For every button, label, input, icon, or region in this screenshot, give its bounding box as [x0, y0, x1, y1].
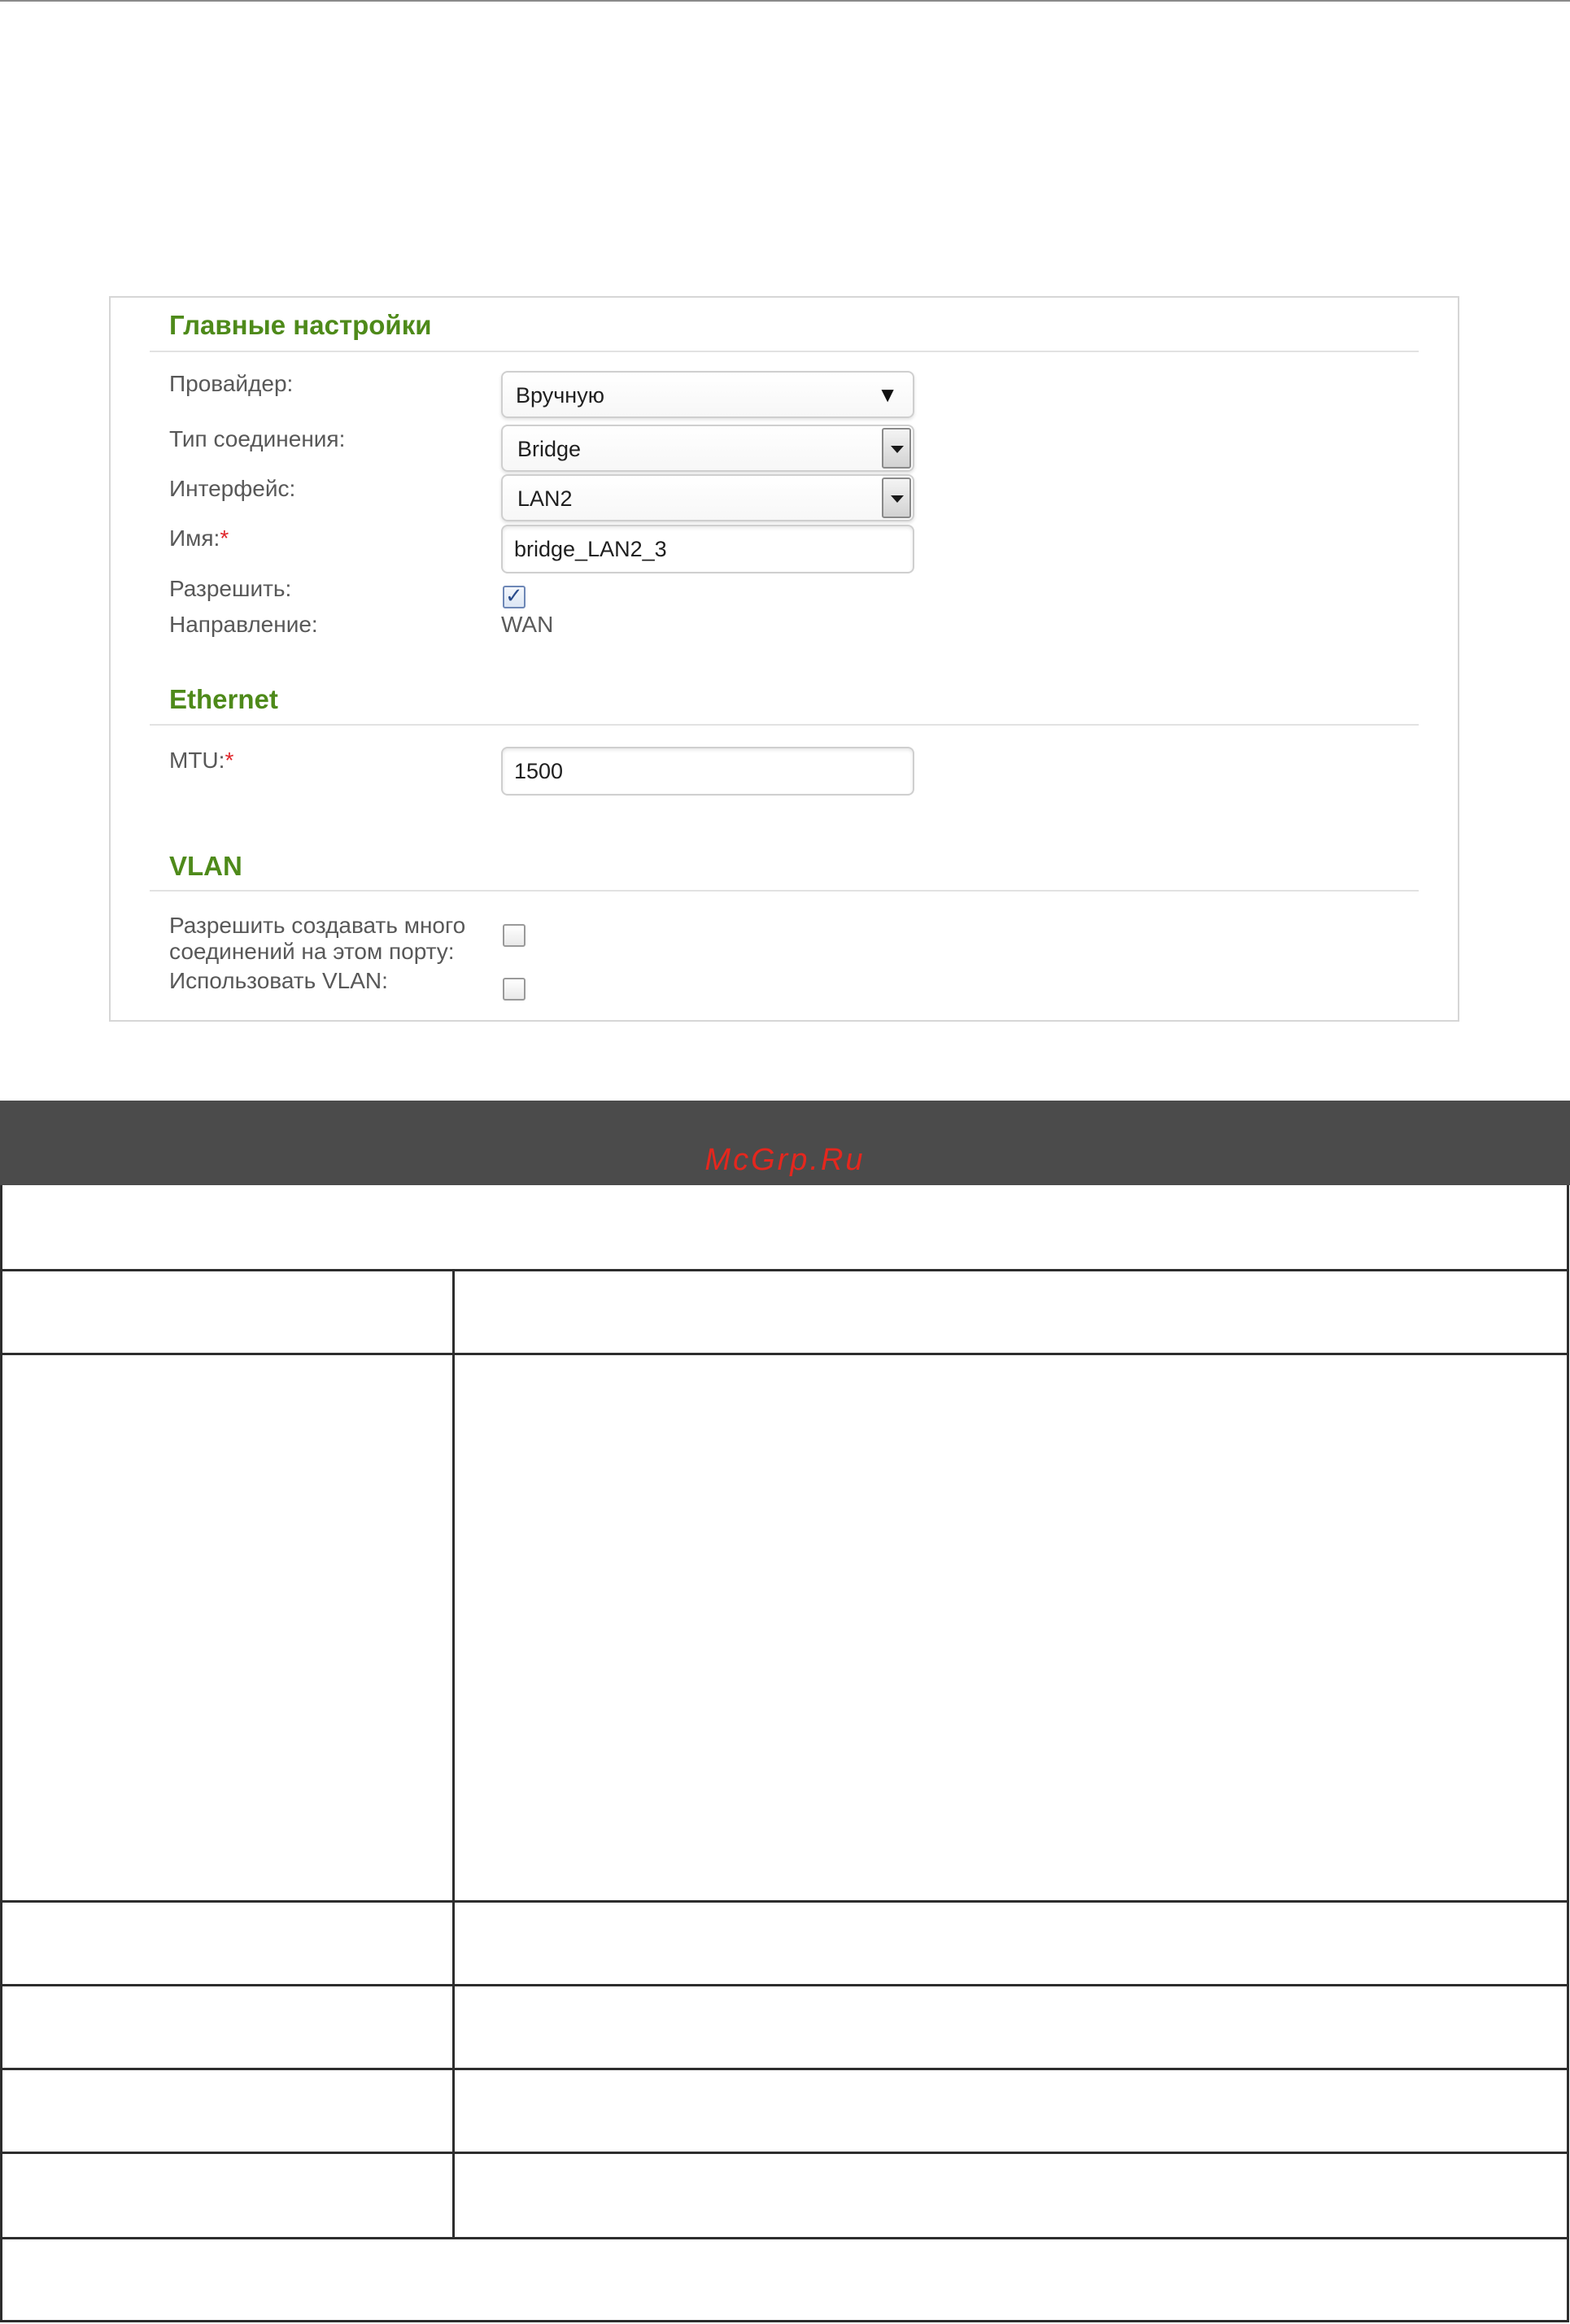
interface-dropdown-button[interactable] — [882, 477, 911, 518]
table-row-divider — [0, 2237, 1568, 2239]
top-rule — [0, 0, 1570, 2]
multi-connections-label-line2: соединений на этом порту: — [169, 939, 455, 964]
interface-select[interactable]: LAN2 — [501, 474, 914, 521]
provider-select[interactable]: Вручную ▼ — [501, 371, 914, 418]
mtu-label: MTU:* — [169, 748, 233, 774]
connection-type-select-value: Bridge — [517, 437, 582, 461]
required-mark: * — [220, 525, 229, 551]
table-row-divider — [0, 1269, 1568, 1271]
provider-select-value: Вручную — [516, 383, 604, 408]
dropdown-arrow-icon: ▼ — [877, 382, 898, 407]
multi-connections-label-line1: Разрешить создавать много — [169, 913, 466, 938]
use-vlan-label: Использовать VLAN: — [169, 968, 388, 993]
use-vlan-checkbox[interactable] — [503, 978, 526, 1001]
table-row-divider — [0, 1353, 1568, 1355]
section-divider — [150, 351, 1419, 352]
mtu-input[interactable] — [501, 747, 914, 796]
name-input[interactable] — [501, 525, 914, 573]
table-row-divider — [0, 1900, 1568, 1903]
name-label: Имя:* — [169, 525, 229, 552]
table-right-border — [1567, 1185, 1569, 2322]
interface-select-value: LAN2 — [517, 486, 573, 511]
settings-panel: Главные настройки Провайдер: Вручную ▼ Т… — [109, 296, 1459, 1022]
enable-label: Разрешить: — [169, 576, 292, 601]
table-row-divider — [0, 1984, 1568, 1986]
table-left-border — [0, 1185, 2, 2322]
chevron-down-icon — [891, 446, 904, 453]
connection-type-select[interactable]: Bridge — [501, 425, 914, 472]
required-mark: * — [225, 748, 234, 773]
section-title-vlan: VLAN — [169, 851, 242, 881]
connection-type-dropdown-button[interactable] — [882, 428, 911, 469]
chevron-down-icon — [891, 495, 904, 503]
direction-value: WAN — [501, 612, 554, 637]
enable-checkbox[interactable]: ✓ — [503, 583, 526, 608]
section-divider — [150, 724, 1419, 726]
direction-label: Направление: — [169, 612, 318, 637]
name-label-text: Имя: — [169, 525, 220, 551]
section-divider — [150, 890, 1419, 892]
provider-label: Провайдер: — [169, 371, 294, 396]
table-bottom-border — [0, 2320, 1568, 2322]
mtu-label-text: MTU: — [169, 748, 225, 773]
watermark: McGrp.Ru — [704, 1143, 866, 1177]
table-row-divider — [0, 2068, 1568, 2070]
table-row-divider — [0, 2152, 1568, 2154]
section-title-general: Главные настройки — [169, 310, 432, 340]
multi-connections-checkbox[interactable] — [503, 924, 526, 947]
interface-label: Интерфейс: — [169, 476, 296, 501]
connection-type-label: Тип соединения: — [169, 426, 346, 451]
section-title-ethernet: Ethernet — [169, 684, 278, 714]
table-column-divider — [452, 1269, 455, 2239]
checkmark-icon: ✓ — [505, 583, 523, 608]
